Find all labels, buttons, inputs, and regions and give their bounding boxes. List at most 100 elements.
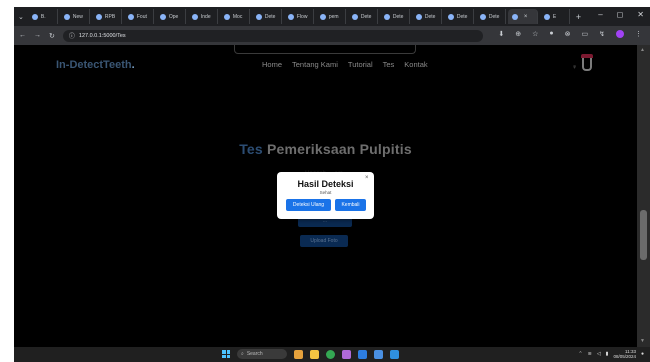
browser-tab[interactable]: × xyxy=(507,9,538,24)
minimize-button[interactable]: – xyxy=(598,10,602,19)
tab-label: New xyxy=(72,13,83,20)
browser-tab[interactable]: Dete xyxy=(476,9,506,24)
widgets-icon[interactable] xyxy=(294,349,303,359)
nav-link[interactable]: Home xyxy=(262,60,282,69)
scroll-thumb[interactable] xyxy=(640,210,647,260)
mail-icon[interactable] xyxy=(374,349,383,359)
back-button[interactable]: Kembali xyxy=(335,199,366,211)
tab-label: Dete xyxy=(392,13,404,20)
document-icon xyxy=(95,13,102,20)
browser-tab[interactable]: Dete xyxy=(348,9,378,24)
user-icon[interactable]: ♀ xyxy=(572,64,577,71)
browser-tab[interactable]: New xyxy=(60,9,90,24)
windows-taskbar: ⌕ Search ⌃ ≋ ◁ ▮ 11:33 08/05/2024 ● xyxy=(14,347,650,362)
tab-label: Flow xyxy=(296,13,308,20)
tab-label: B. xyxy=(40,13,46,20)
upload-photo-button[interactable]: Upload Foto xyxy=(300,235,348,247)
tab-close-icon[interactable]: × xyxy=(524,14,528,20)
maximize-button[interactable]: ◻ xyxy=(617,10,624,19)
tab-label: pem xyxy=(328,13,339,20)
tray-chevron-icon[interactable]: ⌃ xyxy=(578,351,582,357)
scroll-up-icon[interactable]: ▲ xyxy=(640,47,645,53)
site-info-icon[interactable]: ⓘ xyxy=(69,31,75,40)
detect-again-button[interactable]: Deteksi Ulang xyxy=(286,199,331,211)
globe-icon xyxy=(447,13,454,20)
result-modal: × Hasil Deteksi Sehat Deteksi Ulang Kemb… xyxy=(277,172,374,219)
tab-search-icon[interactable]: ⌄ xyxy=(18,13,24,21)
close-window-button[interactable]: ✕ xyxy=(637,10,644,19)
sidepanel-icon[interactable]: ▭ xyxy=(582,30,589,38)
browser-tab[interactable]: E xyxy=(540,9,570,24)
forward-icon[interactable]: → xyxy=(34,32,41,39)
clock[interactable]: 11:33 08/05/2024 xyxy=(613,349,636,359)
g-icon xyxy=(287,13,294,20)
scroll-down-icon[interactable]: ▼ xyxy=(640,338,645,344)
profile-avatar[interactable] xyxy=(616,30,624,38)
extensions-puzzle-icon[interactable]: ⊗ xyxy=(565,30,571,38)
back-icon[interactable]: ← xyxy=(19,32,26,39)
site-header: In-DetectTeeth. Home Tentang Kami Tutorial… xyxy=(14,45,637,85)
store-icon[interactable] xyxy=(358,349,367,359)
nav-link[interactable]: Tentang Kami xyxy=(292,60,338,69)
browser-tab[interactable]: Dete xyxy=(412,9,442,24)
web-page: In-DetectTeeth. Home Tentang Kami Tutorial… xyxy=(14,45,637,347)
nav-link[interactable]: Tes xyxy=(383,60,395,69)
tab-label: Inde xyxy=(200,13,211,20)
zoom-icon[interactable]: ⊕ xyxy=(515,30,521,38)
tab-label: Dete xyxy=(360,13,372,20)
tab-label: E xyxy=(552,13,557,20)
modal-title: Hasil Deteksi xyxy=(297,179,354,189)
extension-icon[interactable]: ● xyxy=(549,30,553,38)
browser-tab[interactable]: B. xyxy=(28,9,58,24)
infinity-icon xyxy=(127,13,134,20)
header-outline xyxy=(234,45,416,54)
browser-tab[interactable]: Fout xyxy=(124,9,154,24)
detection-result: Sehat xyxy=(319,190,332,195)
tab-label: Fout xyxy=(136,13,147,20)
browser-tab[interactable]: RPB xyxy=(92,9,122,24)
app-icon[interactable] xyxy=(342,349,351,359)
new-tab-button[interactable]: + xyxy=(576,12,581,22)
tab-label: Moc xyxy=(232,13,243,20)
nav-link[interactable]: Tutorial xyxy=(348,60,373,69)
nav-link[interactable]: Kontak xyxy=(404,60,427,69)
reload-icon[interactable]: ↻ xyxy=(49,32,55,40)
tab-page-icon xyxy=(63,13,70,20)
browser-tab[interactable]: Flow xyxy=(284,9,314,24)
windows-start-icon[interactable] xyxy=(222,350,230,358)
browser-tab[interactable]: Dete xyxy=(444,9,474,24)
reading-icon[interactable]: ↯ xyxy=(599,30,605,38)
tab-label: Ope xyxy=(168,13,179,20)
volume-icon[interactable]: ◁ xyxy=(597,351,601,357)
active-tab-icon xyxy=(511,13,518,20)
browser-tab[interactable]: Moc xyxy=(220,9,250,24)
page-scrollbar[interactable]: ▲ ▼ xyxy=(637,45,650,347)
globe-icon xyxy=(351,13,358,20)
taskbar-search[interactable]: ⌕ Search xyxy=(237,349,287,359)
file-explorer-icon[interactable] xyxy=(310,349,319,359)
browser-tab[interactable]: Dete xyxy=(380,9,410,24)
taskbar-apps: ⌕ Search xyxy=(222,349,399,359)
browser-chrome: ⌄ B. New RPB Fout Ope Inde Moc Dete Flow pem Dete D… xyxy=(14,7,650,45)
site-logo[interactable]: In-DetectTeeth. xyxy=(56,59,135,71)
browser-tab[interactable]: Dete xyxy=(252,9,282,24)
globe-icon xyxy=(479,13,486,20)
bookmark-star-icon[interactable]: ☆ xyxy=(532,30,538,38)
tooth-icon xyxy=(582,58,592,71)
battery-icon[interactable]: ▮ xyxy=(606,351,609,357)
browser-tab[interactable]: Ope xyxy=(156,9,186,24)
chrome-taskbar-icon[interactable] xyxy=(326,349,335,359)
menu-kebab-icon[interactable]: ⋮ xyxy=(635,30,642,38)
screen: ⌄ B. New RPB Fout Ope Inde Moc Dete Flow pem Dete D… xyxy=(0,0,650,362)
vscode-icon[interactable] xyxy=(390,349,399,359)
notification-icon[interactable]: ● xyxy=(641,351,644,357)
download-icon[interactable]: ⬇ xyxy=(498,30,504,38)
system-tray: ⌃ ≋ ◁ ▮ 11:33 08/05/2024 ● xyxy=(578,349,644,359)
page-title: Tes Pemeriksaan Pulpitis xyxy=(239,141,412,157)
toolbar-icons: ⬇ ⊕ ☆ ● ⊗ ▭ ↯ ⋮ xyxy=(498,30,642,38)
wifi-icon[interactable]: ≋ xyxy=(588,351,592,357)
browser-tab[interactable]: pem xyxy=(316,9,346,24)
browser-tab[interactable]: Inde xyxy=(188,9,218,24)
address-bar[interactable]: ⓘ 127.0.0.1:5000/Tes xyxy=(62,29,483,42)
google-icon xyxy=(159,13,166,20)
